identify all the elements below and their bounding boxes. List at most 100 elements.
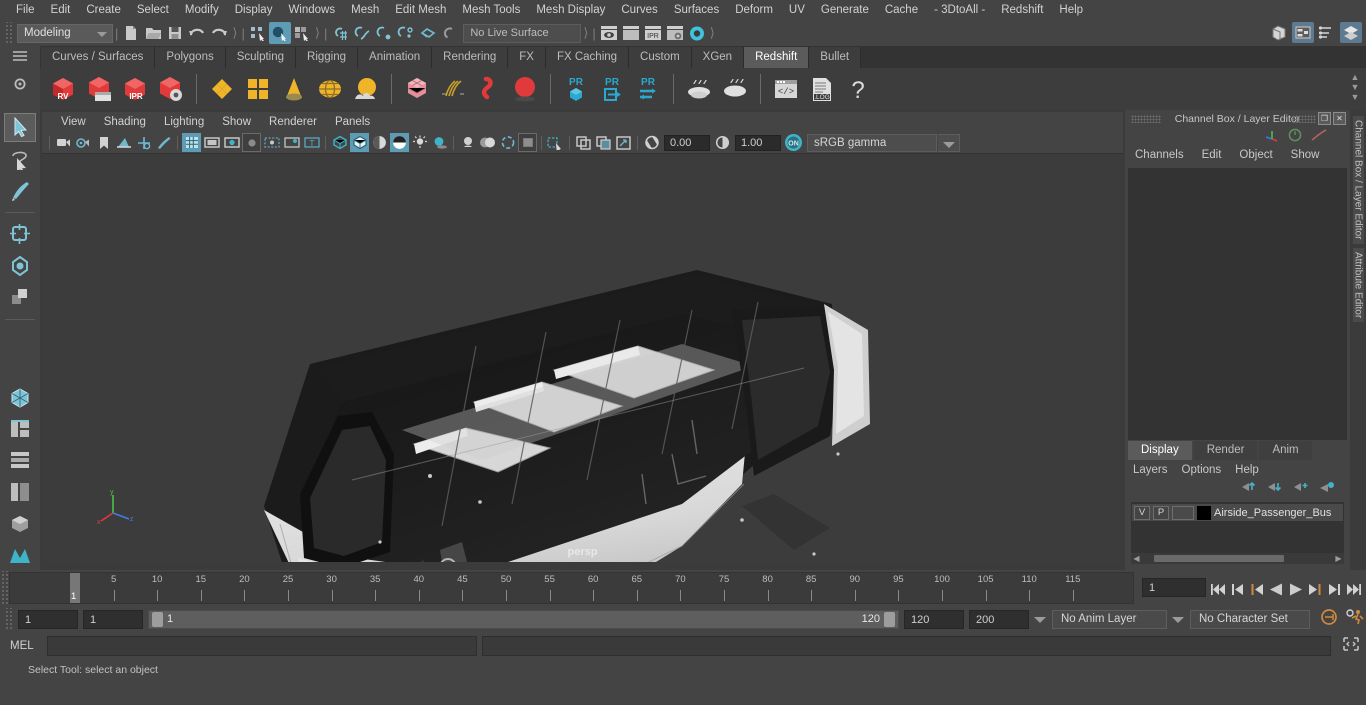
redshift-rv-icon[interactable]: RV — [46, 72, 80, 106]
viewport-menu-show[interactable]: Show — [213, 116, 260, 128]
menu-modify[interactable]: Modify — [177, 0, 227, 20]
redshift-ipr-icon[interactable]: IPR — [118, 72, 152, 106]
go-to-end-icon[interactable] — [1344, 582, 1362, 602]
safe-action-icon[interactable] — [282, 133, 301, 152]
shelf-tab-fx-caching[interactable]: FX Caching — [545, 47, 630, 68]
range-start-handle[interactable] — [152, 611, 163, 627]
multisample-icon[interactable] — [498, 133, 517, 152]
paint-select-tool[interactable] — [4, 176, 36, 205]
display-layer-list[interactable]: V P Airside_Passenger_Bus ◀ ▶ — [1131, 502, 1344, 564]
gamma-field[interactable]: 1.00 — [735, 134, 781, 151]
shelf-tab-bullet[interactable]: Bullet — [809, 47, 862, 68]
menu-help[interactable]: Help — [1051, 0, 1091, 20]
range-slider-bar[interactable]: 1 120 — [148, 609, 899, 629]
layer-menu-options[interactable]: Options — [1182, 464, 1222, 476]
new-layer-from-selected-icon[interactable] — [1318, 480, 1336, 498]
select-object-icon[interactable] — [268, 22, 291, 44]
menu-redshift[interactable]: Redshift — [993, 0, 1051, 20]
two-pane-layout[interactable] — [4, 415, 36, 444]
viewport-menu-lighting[interactable]: Lighting — [155, 116, 213, 128]
outliner-layout[interactable] — [4, 447, 36, 476]
vertical-tab-channel-box[interactable]: Channel Box / Layer Editor — [1352, 116, 1364, 244]
playback-end-time-field[interactable]: 120 — [904, 609, 964, 629]
time-slider-grip[interactable] — [0, 571, 9, 605]
menu-mesh-display[interactable]: Mesh Display — [528, 0, 613, 20]
resolution-gate-icon[interactable] — [222, 133, 241, 152]
menu-set-dropdown[interactable]: Modeling — [17, 23, 113, 43]
redo-icon[interactable] — [208, 22, 230, 44]
camera-attributes-icon[interactable] — [74, 133, 93, 152]
snap-to-curve-icon[interactable] — [351, 22, 373, 44]
shelf-options-gear-icon[interactable] — [12, 76, 28, 97]
menu-generate[interactable]: Generate — [813, 0, 877, 20]
make-live-icon[interactable] — [439, 22, 461, 44]
snap-to-view-plane-icon[interactable] — [417, 22, 439, 44]
wireframe-icon[interactable] — [330, 133, 349, 152]
anim-start-time-field[interactable]: 1 — [18, 609, 78, 629]
menu-deform[interactable]: Deform — [727, 0, 781, 20]
render-current-frame-icon[interactable] — [598, 22, 620, 44]
shadows-icon[interactable] — [430, 133, 449, 152]
color-management-dropdown-arrow[interactable] — [938, 133, 960, 152]
scrollbar-thumb[interactable] — [1154, 555, 1284, 562]
snap-to-grid-icon[interactable] — [329, 22, 351, 44]
motion-blur-icon[interactable] — [478, 133, 497, 152]
shelf-tab-redshift[interactable]: Redshift — [744, 47, 810, 68]
redshift-sphere-icon[interactable] — [508, 72, 542, 106]
vertical-tab-attribute-editor[interactable]: Attribute Editor — [1352, 247, 1364, 322]
close-icon[interactable]: ✕ — [1333, 112, 1346, 125]
layer-visibility-toggle[interactable]: V — [1134, 505, 1150, 520]
redshift-matte-icon[interactable] — [241, 72, 275, 106]
step-forward-keyframe-icon[interactable] — [1326, 582, 1342, 602]
shelf-tab-curves-surfaces[interactable]: Curves / Surfaces — [41, 47, 156, 68]
redshift-light-cone-icon[interactable] — [277, 72, 311, 106]
menu-3dtoall[interactable]: - 3DtoAll - — [926, 0, 993, 20]
channel-box-menu-object[interactable]: Object — [1239, 149, 1272, 161]
layer-playback-toggle[interactable]: P — [1153, 505, 1169, 520]
script-editor-icon[interactable] — [1336, 636, 1366, 657]
layer-tab-display[interactable]: Display — [1128, 441, 1192, 460]
menu-uv[interactable]: UV — [781, 0, 813, 20]
redshift-volume-icon[interactable] — [400, 72, 434, 106]
shelf-tab-xgen[interactable]: XGen — [691, 47, 745, 68]
xray-active-components-icon[interactable] — [614, 133, 633, 152]
menu-mesh-tools[interactable]: Mesh Tools — [454, 0, 528, 20]
step-back-keyframe-icon[interactable] — [1230, 582, 1246, 602]
perspective-viewport[interactable]: y z x persp — [42, 154, 1123, 562]
twoD-pan-zoom-icon[interactable] — [134, 133, 153, 152]
new-layer-icon[interactable] — [1292, 480, 1310, 498]
undock-icon[interactable]: ❐ — [1318, 112, 1331, 125]
viewport-menu-panels[interactable]: Panels — [326, 116, 379, 128]
scroll-right-icon[interactable]: ▶ — [1333, 554, 1344, 563]
color-management-field[interactable]: sRGB gamma — [807, 133, 937, 152]
show-hide-tool-settings-icon[interactable] — [1316, 22, 1338, 43]
menu-windows[interactable]: Windows — [280, 0, 343, 20]
move-tool[interactable] — [4, 220, 36, 249]
menu-mesh[interactable]: Mesh — [343, 0, 387, 20]
isolate-select-icon[interactable] — [546, 133, 565, 152]
step-back-frame-icon[interactable] — [1248, 582, 1265, 602]
safe-title-icon[interactable]: T — [302, 133, 321, 152]
exposure-icon[interactable] — [642, 133, 661, 152]
menu-create[interactable]: Create — [78, 0, 129, 20]
menu-edit-mesh[interactable]: Edit Mesh — [387, 0, 454, 20]
menu-display[interactable]: Display — [227, 0, 281, 20]
display-layer-row[interactable]: V P Airside_Passenger_Bus — [1132, 504, 1343, 521]
layer-tab-anim[interactable]: Anim — [1259, 441, 1312, 460]
save-scene-icon[interactable] — [164, 22, 186, 44]
color-management-toggle-icon[interactable]: ON — [784, 133, 803, 152]
shelf-tab-fx[interactable]: FX — [508, 47, 546, 68]
hypershade-layout[interactable] — [4, 510, 36, 539]
menu-file[interactable]: File — [8, 0, 43, 20]
shaded-wireframe-icon[interactable] — [370, 133, 389, 152]
scroll-left-icon[interactable]: ◀ — [1131, 554, 1142, 563]
redshift-environment-icon[interactable] — [349, 72, 383, 106]
redshift-bake2-icon[interactable] — [718, 72, 752, 106]
shelf-scroll-arrows[interactable]: ▲ ▼ ▼ — [1348, 72, 1362, 102]
viewport-menu-renderer[interactable]: Renderer — [260, 116, 326, 128]
move-layer-down-icon[interactable] — [1266, 480, 1284, 498]
step-forward-frame-icon[interactable] — [1307, 582, 1324, 602]
select-camera-icon[interactable] — [54, 133, 73, 152]
shelf-menu-icon[interactable] — [11, 49, 29, 68]
auto-keyframe-icon[interactable] — [1319, 608, 1339, 631]
